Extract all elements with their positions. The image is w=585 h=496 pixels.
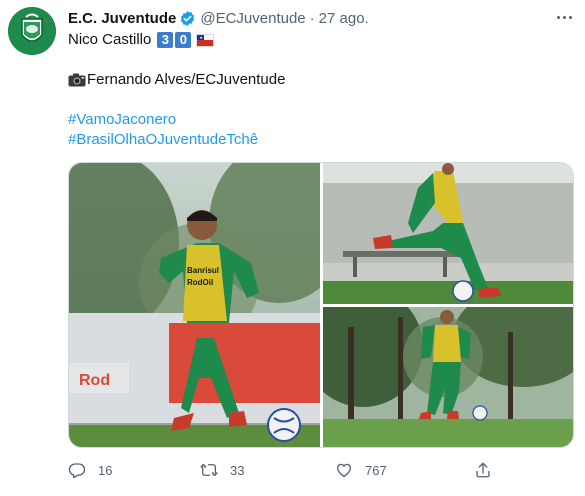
timestamp[interactable]: 27 ago. <box>319 10 369 27</box>
reply-count: 16 <box>98 462 113 478</box>
tweet-text-line-4: #BrasilOlhaOJuventudeTchê <box>68 130 258 150</box>
share-icon <box>476 462 490 478</box>
like-count: 767 <box>365 462 387 478</box>
reply-button[interactable]: 16 <box>68 458 112 482</box>
hashtag-link[interactable]: #BrasilOlhaOJuventudeTchê <box>68 130 258 150</box>
chile-flag-icon: ★ <box>196 33 215 47</box>
display-name[interactable]: E.C. Juventude <box>68 10 176 27</box>
verified-badge-icon <box>179 10 196 27</box>
share-button[interactable] <box>474 458 492 482</box>
photo-1[interactable]: Rod Banrisul RodOil <box>69 163 320 447</box>
sponsor-text: Banrisul <box>187 266 219 275</box>
tweet-header: E.C. Juventude @ECJuventude · 27 ago. <box>68 8 369 28</box>
tweet-card[interactable]: E.C. Juventude @ECJuventude · 27 ago. Ni… <box>0 0 585 496</box>
retweet-button[interactable]: 33 <box>200 458 244 482</box>
photo-3[interactable] <box>323 307 573 447</box>
retweet-icon <box>200 463 218 477</box>
tweet-actions: 16 33 767 <box>0 458 585 482</box>
heart-icon <box>336 463 352 478</box>
svg-text:Rod: Rod <box>79 372 110 389</box>
separator-dot: · <box>309 9 315 27</box>
like-button[interactable]: 767 <box>335 458 387 482</box>
tweet-text-line-2: Fernando Alves/ECJuventude <box>68 70 285 90</box>
more-dot-icon <box>568 15 572 19</box>
more-dot-icon <box>562 15 566 19</box>
tweet-text-line-3: #VamoJaconero <box>68 110 176 130</box>
tweet-text-line-1: Nico Castillo 3 0 ★ <box>68 30 215 50</box>
reply-icon <box>68 463 86 479</box>
photo-2[interactable] <box>323 163 573 304</box>
sponsor-text: RodOil <box>187 278 213 287</box>
juventude-crest-icon <box>8 7 56 55</box>
keycap-digit: 0 <box>175 32 192 48</box>
hashtag-link[interactable]: #VamoJaconero <box>68 110 176 130</box>
camera-icon <box>68 73 86 87</box>
keycap-digit: 3 <box>157 32 174 48</box>
more-options-button[interactable] <box>552 7 576 27</box>
retweet-count: 33 <box>230 462 245 478</box>
handle[interactable]: @ECJuventude <box>200 10 305 27</box>
media-grid: Rod Banrisul RodOil <box>68 162 574 448</box>
player-name-text: Nico Castillo <box>68 31 152 48</box>
more-dot-icon <box>556 15 560 19</box>
photo-credit: Fernando Alves/ECJuventude <box>87 71 286 88</box>
avatar[interactable] <box>8 7 56 55</box>
